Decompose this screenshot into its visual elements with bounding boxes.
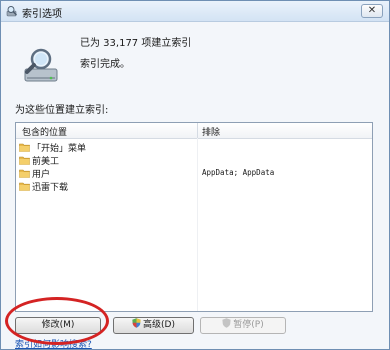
location-name: 迅雷下载 xyxy=(32,183,69,193)
pause-button-label: 暂停(P) xyxy=(233,320,264,330)
pause-button[interactable]: 暂停(P) xyxy=(200,317,286,334)
list-item[interactable]: 前美工 xyxy=(19,154,369,167)
modify-button[interactable]: 修改(M) xyxy=(15,317,101,334)
window-title: 索引选项 xyxy=(22,9,62,20)
column-header-location[interactable]: 包含的位置 xyxy=(22,125,67,138)
search-index-icon xyxy=(6,6,17,17)
exclude-value: AppData; AppData xyxy=(202,168,275,177)
folder-icon xyxy=(19,143,30,152)
title-bar[interactable]: 索引选项 ✕ xyxy=(1,1,389,22)
folder-icon xyxy=(19,156,30,165)
indexing-complete-text: 索引完成。 xyxy=(80,59,130,70)
locations-list[interactable]: 包含的位置 排除 「开始」菜单 前美工 用户 AppData; AppData … xyxy=(15,122,373,312)
advanced-button[interactable]: 高级(D) xyxy=(113,317,194,334)
help-link[interactable]: 索引如何影响搜索? xyxy=(15,337,92,350)
uac-shield-icon xyxy=(132,318,141,328)
list-item[interactable]: 迅雷下载 xyxy=(19,180,369,193)
location-name: 用户 xyxy=(32,170,51,180)
list-header: 包含的位置 排除 xyxy=(16,123,372,139)
column-separator[interactable] xyxy=(197,123,198,138)
close-button[interactable]: ✕ xyxy=(361,4,383,18)
magnifier-drive-icon xyxy=(24,48,58,82)
advanced-button-label: 高级(D) xyxy=(143,320,175,330)
location-name: 前美工 xyxy=(32,157,60,167)
folder-icon xyxy=(19,169,30,178)
folder-icon xyxy=(19,182,30,191)
location-name: 「开始」菜单 xyxy=(32,144,87,154)
list-item[interactable]: 用户 AppData; AppData xyxy=(19,167,369,180)
uac-shield-icon xyxy=(222,318,231,328)
indexing-options-window: 索引选项 ✕ 已为 33,177 项建立索引 索引完成。 为这些位置建立索引: … xyxy=(0,0,390,350)
dialog-body: 已为 33,177 项建立索引 索引完成。 为这些位置建立索引: 包含的位置 排… xyxy=(1,22,389,349)
column-header-exclude[interactable]: 排除 xyxy=(202,125,220,138)
section-label: 为这些位置建立索引: xyxy=(15,105,109,116)
list-item[interactable]: 「开始」菜单 xyxy=(19,141,369,154)
close-icon: ✕ xyxy=(367,5,377,16)
indexed-count-text: 已为 33,177 项建立索引 xyxy=(80,38,192,49)
